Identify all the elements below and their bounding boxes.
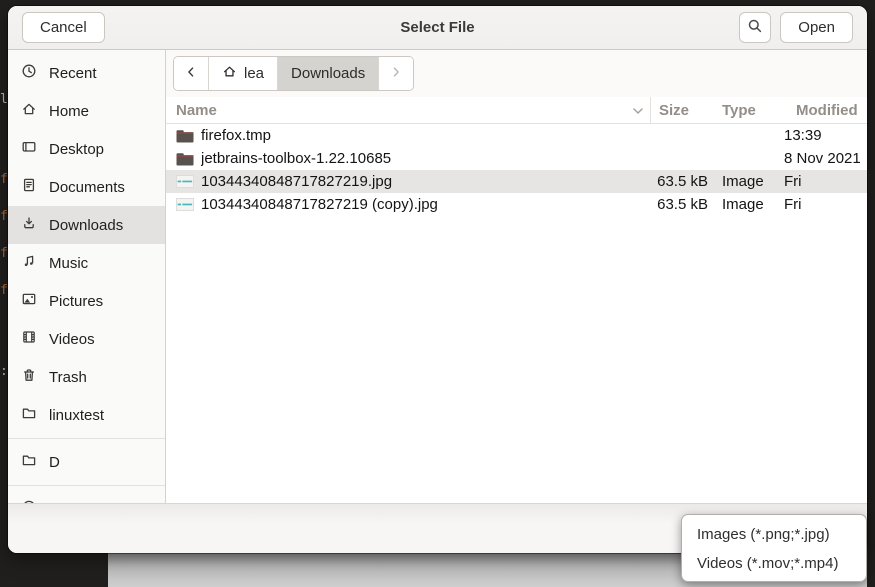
clock-icon <box>21 63 37 83</box>
file-name: jetbrains-toolbox-1.22.10685 <box>201 150 391 167</box>
file-type: Image <box>710 173 784 190</box>
edge-text-fragment: f <box>0 209 8 224</box>
dialog-content: Recent Home Desktop Documents Downloads Music… <box>8 50 867 503</box>
file-chooser-dialog: Cancel Select File Open Recent Home Deskto… <box>8 6 867 553</box>
sidebar-item-label: D <box>49 454 60 471</box>
breadcrumb-home[interactable]: lea <box>209 57 278 90</box>
desktop-icon <box>21 139 37 159</box>
folder-icon <box>21 452 37 472</box>
dialog-headerbar: Cancel Select File Open <box>8 6 867 50</box>
file-name: 10344340848717827219.jpg <box>201 173 392 190</box>
filter-option[interactable]: Videos (*.mov;*.mp4) <box>682 549 866 578</box>
open-button[interactable]: Open <box>780 12 853 43</box>
sidebar-item-label: Trash <box>49 369 87 386</box>
sidebar-item-label: Music <box>49 255 88 272</box>
sidebar-item-other-locations[interactable]: Other Locations <box>8 490 165 503</box>
headerbar-right-group: Open <box>739 12 853 43</box>
column-header-size[interactable]: Size <box>650 97 710 123</box>
file-size: 63.5 kB <box>650 196 710 213</box>
dialog-title: Select File <box>8 19 867 36</box>
sidebar-item-downloads[interactable]: Downloads <box>8 206 165 244</box>
places-sidebar: Recent Home Desktop Documents Downloads Music… <box>8 50 166 503</box>
breadcrumb: lea Downloads <box>173 56 414 91</box>
sort-chevron-down-icon[interactable] <box>632 102 650 119</box>
sidebar-item-d[interactable]: D <box>8 443 165 481</box>
file-modified: 8 Nov 2021 <box>784 150 867 167</box>
film-icon <box>21 329 37 349</box>
chevron-left-icon <box>184 65 198 83</box>
sidebar-item-pictures[interactable]: Pictures <box>8 282 165 320</box>
edge-text-fragment: : <box>0 364 8 379</box>
file-type: Image <box>710 196 784 213</box>
trash-icon <box>21 367 37 387</box>
file-name: 10344340848717827219 (copy).jpg <box>201 196 438 213</box>
sidebar-item-label: Documents <box>49 179 125 196</box>
sidebar-separator <box>8 485 165 486</box>
file-row[interactable]: jetbrains-toolbox-1.22.10685 8 Nov 2021 <box>166 147 867 170</box>
file-modified: Fri <box>784 173 867 190</box>
sidebar-item-home[interactable]: Home <box>8 92 165 130</box>
filter-option[interactable]: Images (*.png;*.jpg) <box>682 520 866 549</box>
file-pane: lea Downloads Name Size Type Modified fi… <box>166 50 867 503</box>
sidebar-item-trash[interactable]: Trash <box>8 358 165 396</box>
edge-text-fragment: l <box>0 92 8 107</box>
home-icon <box>21 101 37 121</box>
sidebar-separator <box>8 438 165 439</box>
folder-icon <box>21 405 37 425</box>
sidebar-item-label: Downloads <box>49 217 123 234</box>
breadcrumb-home-label: lea <box>244 65 264 82</box>
sidebar-item-label: Home <box>49 103 89 120</box>
column-header-name[interactable]: Name <box>176 102 632 119</box>
edge-text-fragment: f <box>0 283 8 298</box>
sidebar-item-music[interactable]: Music <box>8 244 165 282</box>
file-row[interactable]: 10344340848717827219.jpg 63.5 kBImageFri <box>166 170 867 193</box>
file-name: firefox.tmp <box>201 127 271 144</box>
sidebar-item-linuxtest[interactable]: linuxtest <box>8 396 165 434</box>
chevron-right-icon <box>389 65 403 83</box>
file-list: firefox.tmp 13:39 jetbrains-toolbox-1.22.1… <box>166 124 867 503</box>
home-icon <box>222 64 237 83</box>
path-bar: lea Downloads <box>166 50 867 97</box>
sidebar-item-label: Pictures <box>49 293 103 310</box>
path-back-button[interactable] <box>174 57 209 90</box>
edge-text-fragment: f <box>0 246 8 261</box>
search-icon <box>747 18 763 38</box>
folder-solid-icon <box>176 129 194 143</box>
edge-text-fragment: fi <box>0 172 8 187</box>
picture-icon <box>21 291 37 311</box>
sidebar-item-recent[interactable]: Recent <box>8 54 165 92</box>
download-icon <box>21 215 37 235</box>
sidebar-item-documents[interactable]: Documents <box>8 168 165 206</box>
image-thumb-icon <box>176 175 194 188</box>
path-forward-button[interactable] <box>379 57 413 90</box>
sidebar-item-label: Videos <box>49 331 95 348</box>
file-modified: Fri <box>784 196 867 213</box>
sidebar-item-label: linuxtest <box>49 407 104 424</box>
image-thumb-icon <box>176 198 194 211</box>
breadcrumb-downloads-label: Downloads <box>291 65 365 82</box>
sidebar-item-label: Recent <box>49 65 97 82</box>
file-modified: 13:39 <box>784 127 867 144</box>
sidebar-item-videos[interactable]: Videos <box>8 320 165 358</box>
file-type-filter-popup: Images (*.png;*.jpg)Videos (*.mov;*.mp4) <box>681 514 867 582</box>
sidebar-item-label: Desktop <box>49 141 104 158</box>
column-header-modified[interactable]: Modified <box>784 102 867 119</box>
music-icon <box>21 253 37 273</box>
file-row[interactable]: firefox.tmp 13:39 <box>166 124 867 147</box>
document-icon <box>21 177 37 197</box>
column-header-type[interactable]: Type <box>710 102 784 119</box>
file-row[interactable]: 10344340848717827219 (copy).jpg 63.5 kBIm… <box>166 193 867 216</box>
sidebar-item-desktop[interactable]: Desktop <box>8 130 165 168</box>
screen: { "window": { "title": "Select File" }, … <box>0 0 875 587</box>
cancel-button[interactable]: Cancel <box>22 12 105 43</box>
breadcrumb-downloads[interactable]: Downloads <box>278 57 379 90</box>
file-size: 63.5 kB <box>650 173 710 190</box>
search-button[interactable] <box>739 12 771 43</box>
folder-solid-icon <box>176 152 194 166</box>
list-column-headers: Name Size Type Modified <box>166 97 867 124</box>
